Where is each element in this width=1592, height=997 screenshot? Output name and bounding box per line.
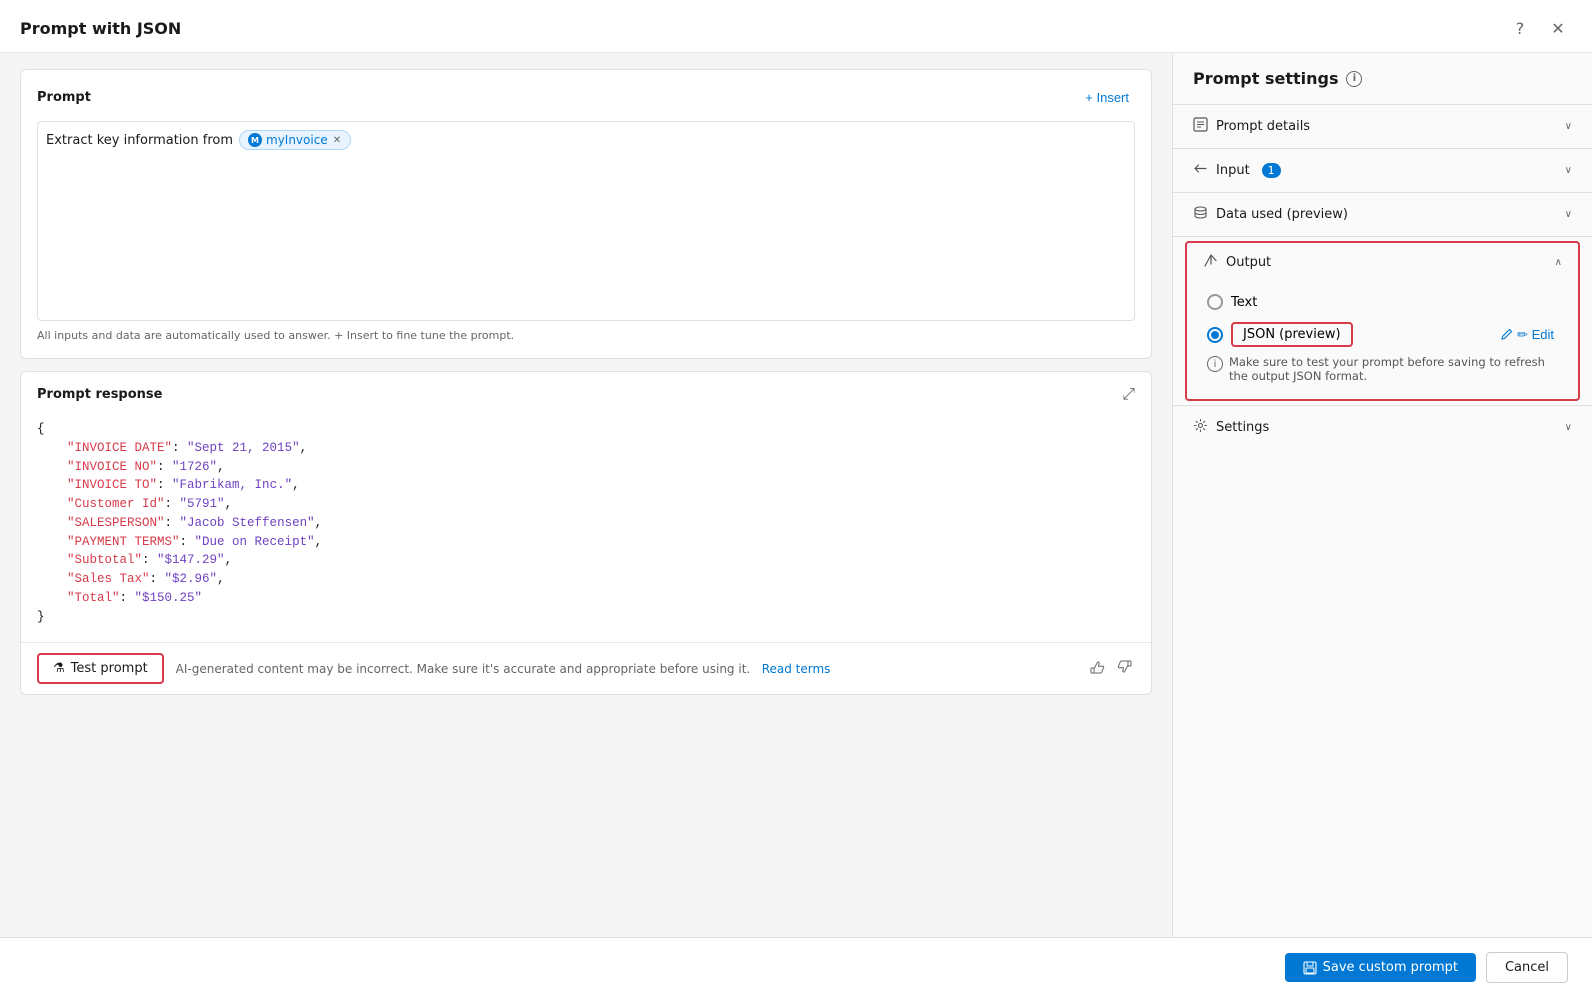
accordion-prompt-details-header[interactable]: Prompt details ∨: [1173, 105, 1592, 148]
radio-json-row: JSON (preview) ✏ Edit: [1207, 322, 1558, 347]
prompt-details-icon: [1193, 117, 1208, 136]
accordion-settings: Settings ∨: [1173, 405, 1592, 449]
window: Prompt with JSON ? ✕ Prompt + Insert Ext: [0, 0, 1592, 997]
help-icon[interactable]: ?: [1506, 14, 1534, 42]
edit-button[interactable]: ✏ Edit: [1496, 325, 1558, 345]
output-radio-group: Text JSON (preview): [1207, 294, 1558, 347]
input-label: Input: [1216, 163, 1250, 178]
data-used-chevron: ∨: [1565, 209, 1572, 220]
title-bar: Prompt with JSON ? ✕: [0, 0, 1592, 53]
response-footer: ⚗ Test prompt AI-generated content may b…: [21, 642, 1151, 694]
main-content: Prompt + Insert Extract key information …: [0, 53, 1592, 937]
insert-button[interactable]: + Insert: [1079, 86, 1135, 109]
prompt-tag: M myInvoice ✕: [239, 130, 351, 150]
prompt-header: Prompt + Insert: [37, 86, 1135, 109]
prompt-box: Prompt + Insert Extract key information …: [20, 69, 1152, 359]
prompt-tag-row: Extract key information from M myInvoice…: [46, 130, 1126, 150]
output-icon: [1203, 253, 1218, 272]
json-radio-input[interactable]: [1207, 327, 1223, 343]
data-used-icon: [1193, 205, 1208, 224]
settings-chevron: ∨: [1565, 422, 1572, 433]
output-chevron: ∧: [1555, 257, 1562, 268]
output-content: Text JSON (preview): [1187, 282, 1578, 399]
beaker-icon: ⚗: [53, 661, 65, 676]
left-panel: Prompt + Insert Extract key information …: [0, 53, 1172, 937]
thumbs-up-icon[interactable]: [1087, 657, 1107, 681]
text-radio-input[interactable]: [1207, 294, 1223, 310]
radio-json-option[interactable]: JSON (preview): [1207, 322, 1496, 347]
accordion-data-used: Data used (preview) ∨: [1173, 192, 1592, 236]
json-radio-label: JSON (preview): [1243, 327, 1341, 342]
tag-icon: M: [248, 133, 262, 147]
output-highlighted-box: Output ∧ Text: [1185, 241, 1580, 401]
accordion-input-header[interactable]: Input 1 ∨: [1173, 149, 1592, 192]
tag-close-button[interactable]: ✕: [332, 135, 342, 146]
settings-label: Settings: [1216, 420, 1269, 435]
hint-text: All inputs and data are automatically us…: [37, 329, 1135, 342]
expand-icon[interactable]: ⤢: [1122, 384, 1135, 404]
radio-text-option[interactable]: Text: [1207, 294, 1558, 310]
input-icon: [1193, 161, 1208, 180]
response-title: Prompt response: [37, 387, 162, 402]
json-warning: i Make sure to test your prompt before s…: [1207, 355, 1558, 383]
data-used-label: Data used (preview): [1216, 207, 1348, 222]
tag-label: myInvoice: [266, 133, 328, 147]
right-panel: Prompt settings i Prompt details ∨: [1172, 53, 1592, 937]
accordion-input: Input 1 ∨: [1173, 148, 1592, 192]
accordion-prompt-details: Prompt details ∨: [1173, 104, 1592, 148]
prompt-response-box: Prompt response ⤢ { "INVOICE DATE": "Sep…: [20, 371, 1152, 695]
json-content: { "INVOICE DATE": "Sept 21, 2015", "INVO…: [21, 412, 1151, 642]
title-bar-controls: ? ✕: [1506, 14, 1572, 42]
settings-title: Prompt settings i: [1173, 69, 1592, 104]
save-custom-prompt-button[interactable]: Save custom prompt: [1285, 953, 1476, 982]
prompt-text: Extract key information from: [46, 133, 233, 148]
prompt-input-area[interactable]: Extract key information from M myInvoice…: [37, 121, 1135, 321]
prompt-details-label: Prompt details: [1216, 119, 1310, 134]
settings-info-icon[interactable]: i: [1346, 71, 1362, 87]
footer-disclaimer: AI-generated content may be incorrect. M…: [176, 662, 1075, 676]
close-icon[interactable]: ✕: [1544, 14, 1572, 42]
json-close-brace: }: [37, 610, 45, 624]
read-terms-link[interactable]: Read terms: [762, 662, 831, 676]
output-label: Output: [1226, 255, 1271, 270]
text-radio-label: Text: [1231, 295, 1257, 310]
accordion-data-used-header[interactable]: Data used (preview) ∨: [1173, 193, 1592, 236]
warning-text: Make sure to test your prompt before sav…: [1229, 355, 1558, 383]
accordion-output: Output ∧ Text: [1173, 236, 1592, 405]
input-chevron: ∨: [1565, 165, 1572, 176]
cancel-button[interactable]: Cancel: [1486, 952, 1568, 983]
feedback-icons: [1087, 657, 1135, 681]
warning-info-icon: i: [1207, 356, 1223, 372]
prompt-title: Prompt: [37, 90, 91, 105]
test-prompt-button[interactable]: ⚗ Test prompt: [37, 653, 164, 684]
settings-icon: [1193, 418, 1208, 437]
prompt-details-chevron: ∨: [1565, 121, 1572, 132]
accordion-settings-header[interactable]: Settings ∨: [1173, 406, 1592, 449]
json-option-highlighted: JSON (preview): [1231, 322, 1353, 347]
thumbs-down-icon[interactable]: [1115, 657, 1135, 681]
accordion-output-header[interactable]: Output ∧: [1187, 243, 1578, 282]
response-header: Prompt response ⤢: [21, 372, 1151, 412]
json-open-brace: {: [37, 422, 45, 436]
bottom-bar: Save custom prompt Cancel: [0, 937, 1592, 997]
window-title: Prompt with JSON: [20, 19, 181, 38]
input-badge: 1: [1262, 163, 1281, 178]
json-radio-dot: [1211, 331, 1219, 339]
